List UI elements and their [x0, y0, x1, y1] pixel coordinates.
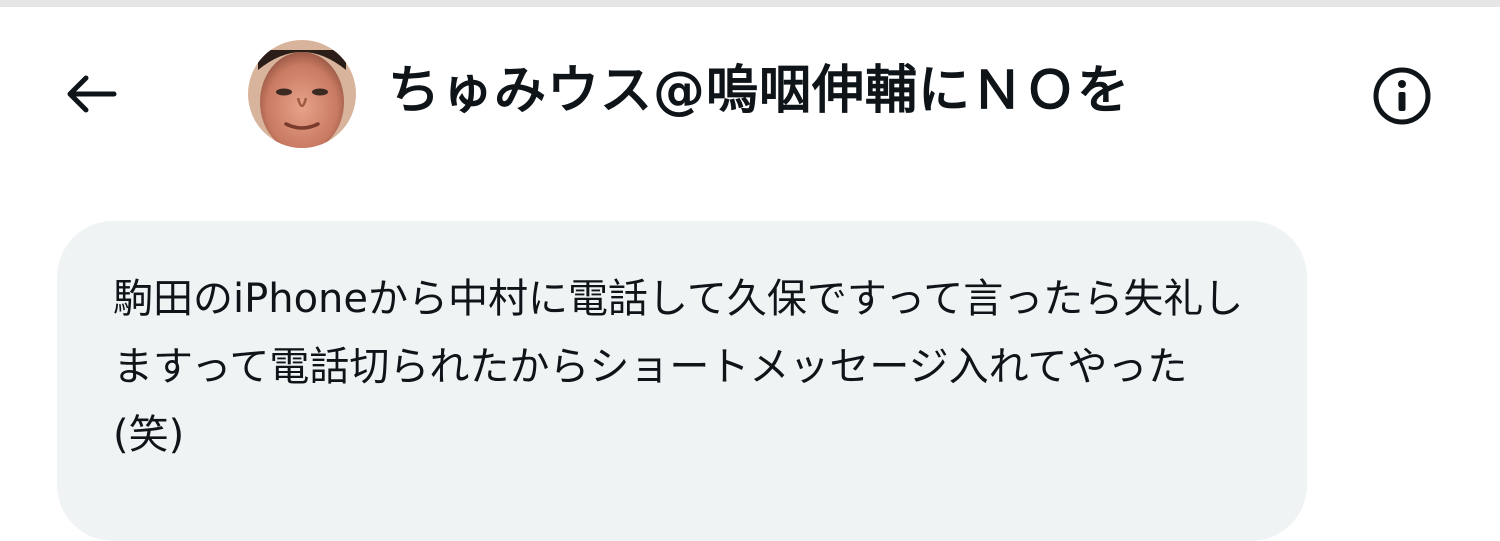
message-bubble[interactable]: 駒田のiPhoneから中村に電話して久保ですって言ったら失礼しますって電話切られ…: [57, 221, 1307, 541]
conversation-header: ちゅみウス@嗚咽伸輔にＮＯを: [0, 7, 1500, 177]
avatar[interactable]: [248, 40, 356, 148]
message-text: 駒田のiPhoneから中村に電話して久保ですって言ったら失礼しますって電話切られ…: [113, 276, 1244, 458]
info-button[interactable]: [1364, 61, 1440, 131]
user-avatar-photo: [248, 40, 356, 148]
conversation-title: ちゅみウス@嗚咽伸輔にＮＯを: [388, 61, 1131, 121]
info-circle-icon: [1373, 67, 1431, 125]
arrow-left-icon: [67, 75, 117, 113]
back-button[interactable]: [52, 62, 128, 126]
top-divider: [0, 0, 1500, 7]
